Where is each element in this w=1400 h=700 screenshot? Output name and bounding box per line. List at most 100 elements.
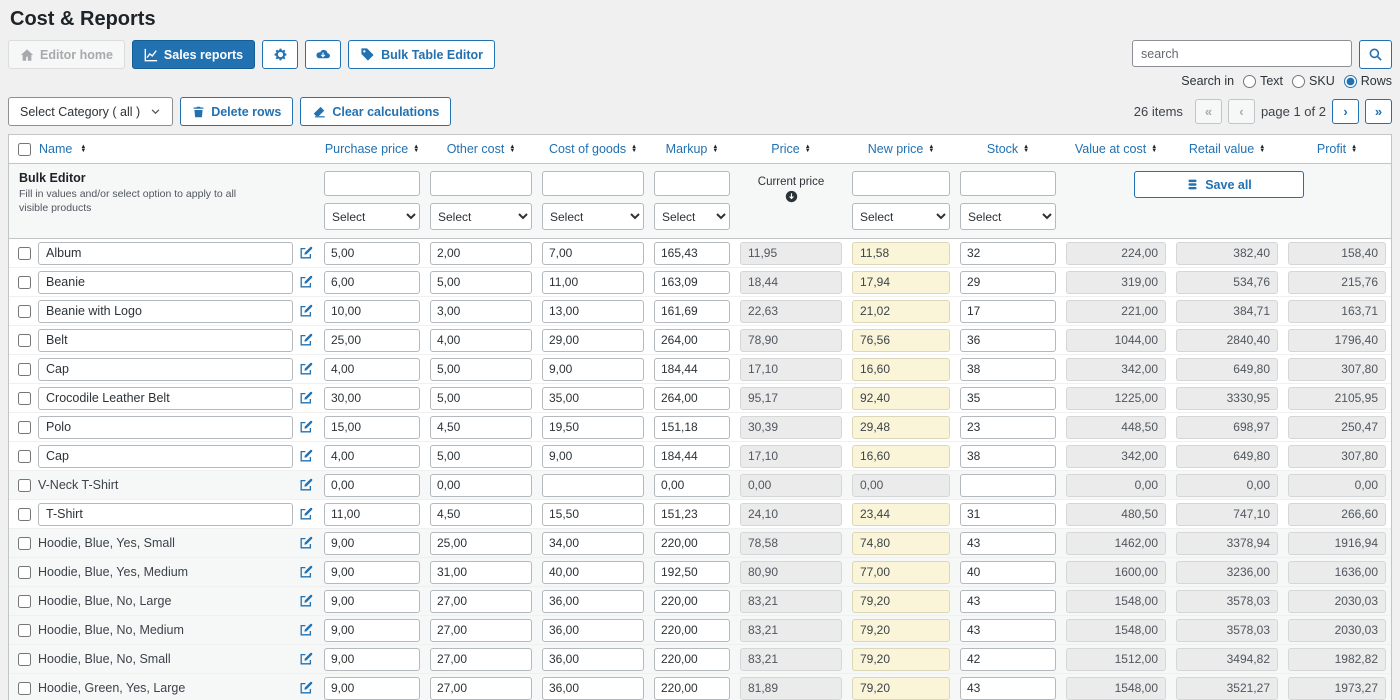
category-select-button[interactable]: Select Category ( all ): [8, 97, 173, 126]
prev-page-button[interactable]: ‹: [1228, 99, 1255, 124]
other-cost-input[interactable]: [430, 503, 532, 526]
edit-icon[interactable]: [293, 652, 319, 666]
cost-of-goods-input[interactable]: [542, 358, 644, 381]
markup-input[interactable]: [654, 503, 730, 526]
search-in-text-option[interactable]: Text: [1243, 74, 1283, 88]
bulk-purchase-price-input[interactable]: [324, 171, 420, 196]
bulk-stock-input[interactable]: [960, 171, 1056, 196]
column-header-new-price[interactable]: New price▲▼: [847, 142, 955, 156]
cost-of-goods-input[interactable]: [542, 503, 644, 526]
row-checkbox[interactable]: [18, 566, 31, 579]
other-cost-input[interactable]: [430, 416, 532, 439]
edit-icon[interactable]: [293, 362, 319, 376]
stock-input[interactable]: [960, 300, 1056, 323]
other-cost-input[interactable]: [430, 445, 532, 468]
edit-icon[interactable]: [293, 478, 319, 492]
row-checkbox[interactable]: [18, 276, 31, 289]
row-checkbox[interactable]: [18, 450, 31, 463]
stock-input[interactable]: [960, 532, 1056, 555]
row-checkbox[interactable]: [18, 363, 31, 376]
export-button[interactable]: [305, 40, 341, 69]
column-header-stock[interactable]: Stock▲▼: [955, 142, 1061, 156]
row-checkbox[interactable]: [18, 392, 31, 405]
other-cost-input[interactable]: [430, 648, 532, 671]
purchase-price-input[interactable]: [324, 619, 420, 642]
cost-of-goods-input[interactable]: [542, 590, 644, 613]
purchase-price-input[interactable]: [324, 271, 420, 294]
stock-input[interactable]: [960, 648, 1056, 671]
row-checkbox[interactable]: [18, 682, 31, 695]
delete-rows-button[interactable]: Delete rows: [180, 97, 293, 126]
first-page-button[interactable]: «: [1195, 99, 1222, 124]
other-cost-input[interactable]: [430, 619, 532, 642]
stock-input[interactable]: [960, 474, 1056, 497]
purchase-price-input[interactable]: [324, 532, 420, 555]
markup-input[interactable]: [654, 416, 730, 439]
row-checkbox[interactable]: [18, 595, 31, 608]
stock-input[interactable]: [960, 445, 1056, 468]
product-name-input[interactable]: [38, 387, 293, 410]
purchase-price-input[interactable]: [324, 503, 420, 526]
bulk-purchase-price-select[interactable]: Select: [324, 203, 420, 230]
bulk-stock-select[interactable]: Select: [960, 203, 1056, 230]
cost-of-goods-input[interactable]: [542, 416, 644, 439]
column-header-value-at-cost[interactable]: Value at cost▲▼: [1061, 142, 1171, 156]
editor-home-button[interactable]: Editor home: [8, 40, 125, 69]
edit-icon[interactable]: [293, 681, 319, 695]
purchase-price-input[interactable]: [324, 590, 420, 613]
row-checkbox[interactable]: [18, 508, 31, 521]
edit-icon[interactable]: [293, 507, 319, 521]
markup-input[interactable]: [654, 677, 730, 700]
row-checkbox[interactable]: [18, 479, 31, 492]
cost-of-goods-input[interactable]: [542, 300, 644, 323]
apply-current-price-icon[interactable]: [785, 190, 798, 203]
product-name-input[interactable]: [38, 329, 293, 352]
product-name-input[interactable]: [38, 503, 293, 526]
row-checkbox[interactable]: [18, 421, 31, 434]
sales-reports-button[interactable]: Sales reports: [132, 40, 255, 69]
column-header-markup[interactable]: Markup▲▼: [649, 142, 735, 156]
bulk-markup-input[interactable]: [654, 171, 730, 196]
markup-input[interactable]: [654, 329, 730, 352]
stock-input[interactable]: [960, 503, 1056, 526]
purchase-price-input[interactable]: [324, 445, 420, 468]
cost-of-goods-input[interactable]: [542, 532, 644, 555]
other-cost-input[interactable]: [430, 474, 532, 497]
bulk-markup-select[interactable]: Select: [654, 203, 730, 230]
cost-of-goods-input[interactable]: [542, 445, 644, 468]
column-header-purchase-price[interactable]: Purchase price▲▼: [319, 142, 425, 156]
bulk-cost-of-goods-input[interactable]: [542, 171, 644, 196]
cost-of-goods-input[interactable]: [542, 329, 644, 352]
column-header-other-cost[interactable]: Other cost▲▼: [425, 142, 537, 156]
cost-of-goods-input[interactable]: [542, 387, 644, 410]
markup-input[interactable]: [654, 619, 730, 642]
other-cost-input[interactable]: [430, 561, 532, 584]
row-checkbox[interactable]: [18, 537, 31, 550]
edit-icon[interactable]: [293, 333, 319, 347]
next-page-button[interactable]: ›: [1332, 99, 1359, 124]
edit-icon[interactable]: [293, 275, 319, 289]
column-header-price[interactable]: Price▲▼: [735, 142, 847, 156]
text-radio[interactable]: [1243, 75, 1256, 88]
purchase-price-input[interactable]: [324, 387, 420, 410]
stock-input[interactable]: [960, 416, 1056, 439]
product-name-input[interactable]: [38, 416, 293, 439]
stock-input[interactable]: [960, 242, 1056, 265]
other-cost-input[interactable]: [430, 677, 532, 700]
column-header-cost-of-goods[interactable]: Cost of goods▲▼: [537, 142, 649, 156]
purchase-price-input[interactable]: [324, 474, 420, 497]
bulk-new-price-input[interactable]: [852, 171, 950, 196]
other-cost-input[interactable]: [430, 242, 532, 265]
edit-icon[interactable]: [293, 246, 319, 260]
cost-of-goods-input[interactable]: [542, 474, 644, 497]
column-header-profit[interactable]: Profit▲▼: [1283, 142, 1391, 156]
stock-input[interactable]: [960, 271, 1056, 294]
cost-of-goods-input[interactable]: [542, 648, 644, 671]
stock-input[interactable]: [960, 619, 1056, 642]
product-name-input[interactable]: [38, 271, 293, 294]
purchase-price-input[interactable]: [324, 677, 420, 700]
search-in-rows-option[interactable]: Rows: [1344, 74, 1392, 88]
row-checkbox[interactable]: [18, 624, 31, 637]
edit-icon[interactable]: [293, 304, 319, 318]
purchase-price-input[interactable]: [324, 300, 420, 323]
